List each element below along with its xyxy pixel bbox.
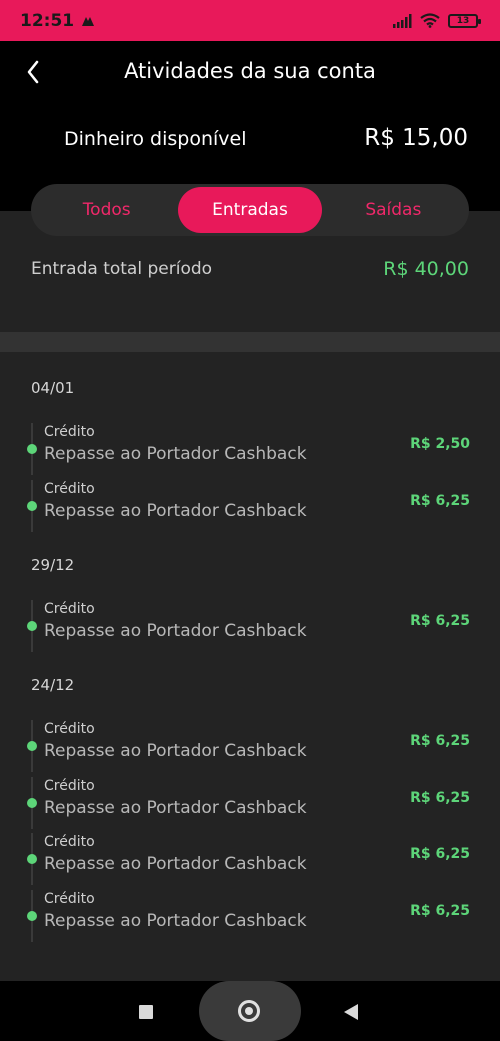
item-kind: Crédito — [44, 424, 95, 440]
tab-todos[interactable]: Todos — [35, 187, 178, 233]
status-bar: 12:51 13 — [0, 0, 500, 41]
item-description: Repasse ao Portador Cashback — [44, 621, 307, 641]
wifi-icon — [420, 13, 440, 28]
notification-icon — [82, 16, 95, 26]
date-header: 04/01 — [31, 379, 75, 397]
page-title: Atividades da sua conta — [124, 59, 376, 83]
item-amount: R$ 6,25 — [410, 846, 470, 862]
item-amount: R$ 6,25 — [410, 903, 470, 919]
item-description: Repasse ao Portador Cashback — [44, 444, 307, 464]
item-description: Repasse ao Portador Cashback — [44, 854, 307, 874]
system-nav-bar — [0, 981, 500, 1041]
summary-label: Entrada total período — [31, 259, 213, 279]
date-header: 29/12 — [31, 556, 75, 574]
home-button[interactable] — [199, 981, 301, 1041]
status-dot — [27, 911, 37, 921]
date-header: 24/12 — [31, 676, 75, 694]
list-item[interactable]: Crédito Repasse ao Portador Cashback R$ … — [27, 480, 470, 532]
item-description: Repasse ao Portador Cashback — [44, 501, 307, 521]
status-time: 12:51 — [20, 10, 75, 31]
status-dot — [27, 741, 37, 751]
list-item[interactable]: Crédito Repasse ao Portador Cashback R$ … — [27, 720, 470, 772]
item-description: Repasse ao Portador Cashback — [44, 798, 307, 818]
section-divider — [0, 332, 500, 352]
status-dot — [27, 798, 37, 808]
battery-level: 13 — [456, 15, 470, 26]
item-description: Repasse ao Portador Cashback — [44, 741, 307, 761]
item-amount: R$ 6,25 — [410, 613, 470, 629]
item-description: Repasse ao Portador Cashback — [44, 911, 307, 931]
battery-icon: 13 — [448, 13, 481, 28]
item-kind: Crédito — [44, 721, 95, 737]
item-kind: Crédito — [44, 834, 95, 850]
item-amount: R$ 2,50 — [410, 436, 470, 452]
item-kind: Crédito — [44, 601, 95, 617]
tab-saidas[interactable]: Saídas — [322, 187, 465, 233]
signal-icon — [393, 13, 412, 28]
balance-label: Dinheiro disponível — [64, 128, 247, 150]
summary-value: R$ 40,00 — [383, 258, 469, 280]
status-dot — [27, 854, 37, 864]
item-amount: R$ 6,25 — [410, 493, 470, 509]
system-back-button[interactable] — [344, 1004, 358, 1020]
item-amount: R$ 6,25 — [410, 790, 470, 806]
list-item[interactable]: Crédito Repasse ao Portador Cashback R$ … — [27, 600, 470, 652]
item-amount: R$ 6,25 — [410, 733, 470, 749]
list-item[interactable]: Crédito Repasse ao Portador Cashback R$ … — [27, 777, 470, 829]
status-dot — [27, 501, 37, 511]
list-item[interactable]: Crédito Repasse ao Portador Cashback R$ … — [27, 890, 470, 942]
balance-value: R$ 15,00 — [364, 125, 468, 151]
item-kind: Crédito — [44, 481, 95, 497]
recents-button[interactable] — [139, 1005, 153, 1019]
item-kind: Crédito — [44, 891, 95, 907]
status-dot — [27, 444, 37, 454]
tab-entradas[interactable]: Entradas — [178, 187, 322, 233]
list-item[interactable]: Crédito Repasse ao Portador Cashback R$ … — [27, 833, 470, 885]
item-kind: Crédito — [44, 778, 95, 794]
status-dot — [27, 621, 37, 631]
list-item[interactable]: Crédito Repasse ao Portador Cashback R$ … — [27, 423, 470, 475]
home-circle-icon — [238, 1000, 260, 1022]
filter-tabs: Todos Entradas Saídas — [31, 184, 469, 236]
